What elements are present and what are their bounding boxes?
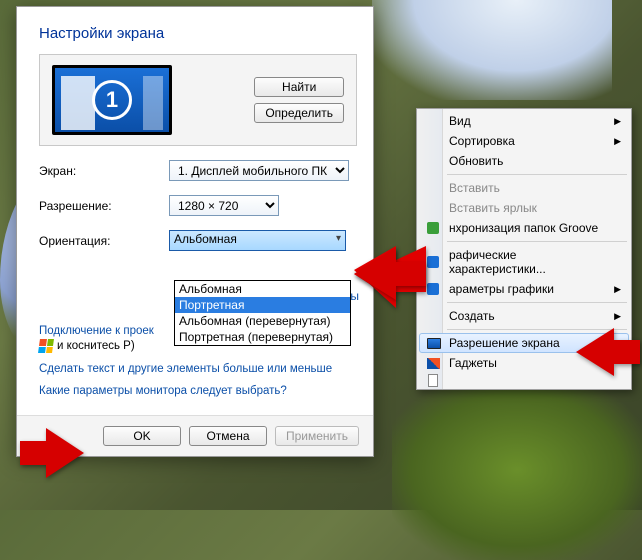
personalize-icon (428, 374, 438, 387)
separator (447, 302, 627, 303)
apply-button[interactable]: Применить (275, 426, 359, 446)
separator (447, 241, 627, 242)
projector-link[interactable]: Подключение к проек (39, 325, 154, 337)
ctx-graphics-properties[interactable]: рафические характеристики... (419, 245, 629, 279)
display-preview-box: 1 Найти Определить (39, 54, 357, 146)
windows-flag-icon (38, 339, 54, 353)
ctx-paste-shortcut: Вставить ярлык (419, 198, 629, 218)
orientation-option[interactable]: Портретная (175, 297, 350, 313)
red-arrow-annotation (354, 246, 426, 304)
screen-label: Экран: (39, 164, 169, 178)
red-arrow-annotation (576, 326, 640, 378)
cancel-button[interactable]: Отмена (189, 426, 267, 446)
ctx-sort[interactable]: Сортировка▶ (419, 131, 629, 151)
submenu-arrow-icon: ▶ (614, 136, 621, 147)
groove-icon (427, 222, 439, 234)
ctx-groove-sync[interactable]: нхронизация папок Groove (419, 218, 629, 238)
submenu-arrow-icon: ▶ (614, 116, 621, 127)
ctx-refresh[interactable]: Обновить (419, 151, 629, 171)
orientation-option[interactable]: Альбомная (175, 281, 350, 297)
monitor-settings-link[interactable]: Какие параметры монитора следует выбрать… (39, 385, 357, 397)
ctx-paste: Вставить (419, 178, 629, 198)
red-arrow-annotation (20, 426, 84, 480)
orientation-option[interactable]: Альбомная (перевернутая) (175, 313, 350, 329)
graphics-icon (427, 283, 439, 295)
submenu-arrow-icon: ▶ (614, 311, 621, 322)
graphics-icon (427, 256, 439, 268)
monitor-number: 1 (92, 80, 132, 120)
text-size-link[interactable]: Сделать текст и другие элементы больше и… (39, 363, 357, 375)
monitor-thumbnail[interactable]: 1 (52, 65, 172, 135)
screen-select[interactable]: 1. Дисплей мобильного ПК (169, 160, 349, 181)
find-button[interactable]: Найти (254, 77, 344, 97)
orientation-label: Ориентация: (39, 234, 169, 248)
projector-note: и коснитесь P) (57, 340, 135, 352)
separator (447, 174, 627, 175)
ok-button[interactable]: OK (103, 426, 181, 446)
orientation-dropdown-list[interactable]: Альбомная Портретная Альбомная (переверн… (174, 280, 351, 346)
orientation-select[interactable]: Альбомная (169, 230, 346, 251)
dialog-title: Настройки экрана (39, 25, 357, 42)
ctx-graphics-params[interactable]: араметры графики▶ (419, 279, 629, 299)
screen-settings-dialog: Настройки экрана 1 Найти Определить Экра… (16, 6, 374, 457)
monitor-icon (427, 338, 441, 349)
resolution-select[interactable]: 1280 × 720 (169, 195, 279, 216)
resolution-label: Разрешение: (39, 199, 169, 213)
ctx-create[interactable]: Создать▶ (419, 306, 629, 326)
orientation-option[interactable]: Портретная (перевернутая) (175, 329, 350, 345)
gadget-icon (427, 358, 440, 369)
submenu-arrow-icon: ▶ (614, 284, 621, 295)
ctx-view[interactable]: Вид▶ (419, 111, 629, 131)
detect-button[interactable]: Определить (254, 103, 344, 123)
